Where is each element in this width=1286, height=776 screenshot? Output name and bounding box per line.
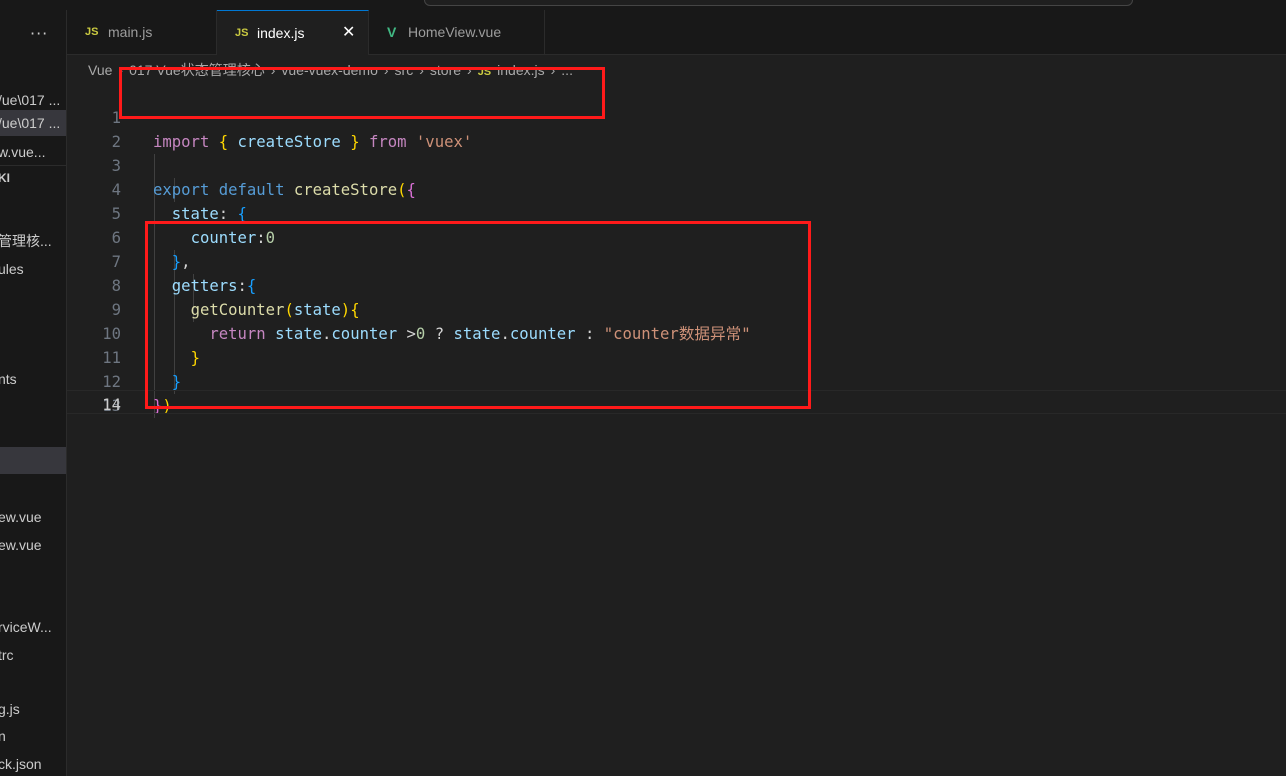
tree-item-label: 管理核...: [0, 233, 52, 249]
tab-main-js[interactable]: JS main.js: [67, 10, 217, 54]
tree-item-label: n: [0, 723, 6, 749]
javascript-file-icon: JS: [235, 27, 249, 39]
tab-homeview-vue[interactable]: V HomeView.vue: [369, 10, 545, 54]
tree-item-label: ew.vue: [0, 509, 42, 525]
explorer-sidebar: ··· /ue\017 ... /ue\017 ... w.vue... KI …: [0, 10, 67, 776]
code-editor[interactable]: 1 import { createStore } from 'vuex' 2 3…: [67, 82, 1286, 776]
tree-item-file[interactable]: ck.json: [0, 751, 66, 776]
tree-item-label: ules: [0, 261, 24, 277]
vue-file-icon: V: [387, 24, 397, 40]
tree-item-folder[interactable]: nts: [0, 366, 66, 392]
tree-item-file[interactable]: rviceW...: [0, 614, 66, 640]
open-editor-item-selected[interactable]: /ue\017 ...: [0, 110, 66, 136]
tree-item-folder[interactable]: 管理核...: [0, 228, 66, 254]
tree-item-label: nts: [0, 371, 17, 387]
tree-item-selected[interactable]: [0, 447, 66, 474]
tree-item-file[interactable]: ew.vue: [0, 504, 66, 530]
tree-item-label: g.js: [0, 701, 20, 717]
editor-tab-bar: JS main.js JS index.js ✕ V HomeView.vue: [67, 10, 1286, 55]
annotation-box-getters: [145, 221, 811, 409]
tree-item-file[interactable]: n: [0, 723, 66, 749]
title-bar: [0, 0, 1286, 10]
code-line: 4 state: {: [67, 154, 1286, 223]
breadcrumb-item[interactable]: Vue: [88, 62, 112, 78]
code-line: 5 counter:0: [67, 178, 1286, 247]
tree-item-label: rviceW...: [0, 619, 52, 635]
tab-index-js[interactable]: JS index.js ✕: [217, 10, 369, 55]
open-editor-label: w.vue...: [0, 144, 46, 160]
command-center-search[interactable]: [424, 0, 1133, 6]
open-editor-item[interactable]: w.vue...: [0, 139, 66, 165]
tree-item-file[interactable]: ew.vue: [0, 532, 66, 558]
section-header-label: KI: [0, 171, 10, 185]
tree-item-file[interactable]: trc: [0, 642, 66, 668]
open-editor-label: /ue\017 ...: [0, 115, 61, 131]
line-number: 14: [102, 396, 121, 414]
code-line: 3 export default createStore({: [67, 130, 1286, 199]
tree-item-folder[interactable]: ules: [0, 256, 66, 282]
javascript-file-icon: JS: [85, 26, 99, 38]
section-header[interactable]: KI: [0, 165, 66, 191]
tree-item-label: trc: [0, 647, 14, 663]
close-icon[interactable]: ✕: [342, 11, 355, 55]
more-actions-icon[interactable]: ···: [30, 24, 48, 43]
tree-item-file[interactable]: g.js: [0, 696, 66, 722]
tree-item-label: ck.json: [0, 756, 42, 772]
tree-item-label: ew.vue: [0, 537, 42, 553]
tab-label: HomeView.vue: [408, 24, 502, 40]
annotation-box-import: [119, 67, 605, 119]
tab-label: main.js: [108, 24, 153, 40]
tab-label: index.js: [257, 25, 305, 41]
